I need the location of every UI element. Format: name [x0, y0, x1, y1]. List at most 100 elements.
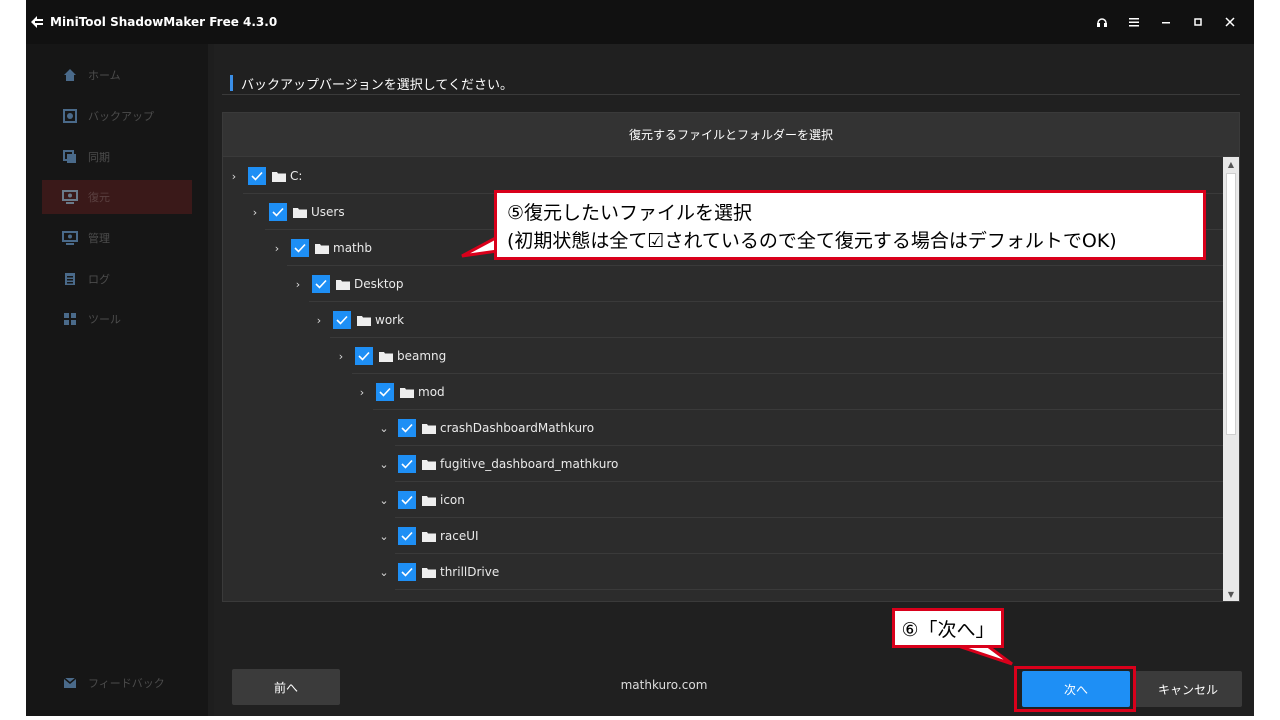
mail-icon — [62, 675, 78, 691]
chevron-down-icon[interactable]: ⌄ — [378, 566, 390, 579]
tree-row[interactable]: ⌄ thrillDrive — [378, 554, 499, 590]
tree-row[interactable] — [378, 590, 420, 598]
tree-item-label: thrillDrive — [440, 565, 500, 579]
scroll-up-icon[interactable]: ▲ — [1223, 157, 1239, 171]
chevron-right-icon[interactable]: › — [249, 206, 261, 219]
app-title: MiniTool ShadowMaker Free 4.3.0 — [50, 15, 278, 29]
folder-icon — [336, 279, 350, 290]
checkbox[interactable] — [333, 311, 351, 329]
checkbox[interactable] — [312, 275, 330, 293]
tools-icon — [62, 311, 78, 327]
sidebar-item-home[interactable]: ホーム — [42, 58, 192, 92]
sidebar-item-log[interactable]: ログ — [42, 262, 192, 296]
sidebar-item-feedback[interactable]: フィードバック — [42, 666, 192, 700]
row-divider — [395, 589, 1223, 590]
vertical-scrollbar[interactable]: ▲ ▼ — [1223, 157, 1239, 601]
tree-item-label: Users — [311, 205, 345, 219]
sidebar: ホーム バックアップ 同期 復元 管理 ログ ツール フィードバック — [26, 44, 208, 716]
row-divider — [330, 337, 1223, 338]
checkbox[interactable] — [398, 563, 416, 581]
sidebar-item-label: ツール — [88, 313, 121, 326]
chevron-right-icon[interactable]: › — [335, 350, 347, 363]
sidebar-item-label: 同期 — [88, 151, 110, 164]
sidebar-item-label: ログ — [88, 273, 110, 286]
checkbox[interactable] — [248, 167, 266, 185]
section-divider — [222, 94, 1240, 95]
tree-row[interactable]: › work — [313, 302, 404, 338]
checkbox[interactable] — [398, 491, 416, 509]
callout1-line1: ⑤復元したいファイルを選択 — [507, 202, 753, 224]
sidebar-item-tools[interactable]: ツール — [42, 302, 192, 336]
callout2-text: ⑥「次へ」 — [901, 618, 995, 641]
maximize-icon[interactable] — [1182, 12, 1214, 32]
chevron-down-icon[interactable]: ⌄ — [378, 494, 390, 507]
tree-row[interactable]: › mod — [356, 374, 445, 410]
sidebar-item-sync[interactable]: 同期 — [42, 140, 192, 174]
manage-icon — [62, 230, 78, 246]
sidebar-item-restore[interactable]: 復元 — [42, 180, 192, 214]
prev-button[interactable]: 前へ — [232, 669, 340, 705]
tree-row[interactable]: ⌄ raceUI — [378, 518, 479, 554]
minimize-icon[interactable] — [1150, 12, 1182, 32]
folder-icon — [422, 459, 436, 470]
menu-icon[interactable] — [1118, 12, 1150, 32]
scroll-thumb[interactable] — [1226, 173, 1236, 435]
tree-row[interactable]: › beamng — [335, 338, 446, 374]
checkbox[interactable] — [398, 419, 416, 437]
tree-item-label: icon — [440, 493, 465, 507]
sidebar-item-manage[interactable]: 管理 — [42, 221, 192, 255]
tree-row[interactable]: › mathb — [271, 230, 372, 266]
row-divider — [352, 373, 1223, 374]
sidebar-item-label: バックアップ — [88, 110, 154, 123]
tree-item-label: mod — [418, 385, 445, 399]
folder-icon — [422, 531, 436, 542]
tree-row[interactable]: › Desktop — [292, 266, 404, 302]
section-title: バックアップバージョンを選択してください。 — [230, 72, 513, 94]
tree-item-label: Desktop — [354, 277, 404, 291]
checkbox[interactable] — [269, 203, 287, 221]
row-divider — [395, 481, 1223, 482]
checkbox[interactable] — [376, 383, 394, 401]
folder-icon — [315, 243, 329, 254]
panel-title: 復元するファイルとフォルダーを選択 — [628, 128, 833, 142]
log-icon — [62, 271, 78, 287]
row-divider — [395, 517, 1223, 518]
checkbox[interactable] — [398, 455, 416, 473]
chevron-right-icon[interactable]: › — [313, 314, 325, 327]
checkbox[interactable] — [355, 347, 373, 365]
tree-item-label: fugitive_dashboard_mathkuro — [440, 457, 619, 471]
chevron-right-icon[interactable]: › — [356, 386, 368, 399]
folder-icon — [293, 207, 307, 218]
tree-row[interactable]: › Users — [249, 194, 345, 230]
folder-icon — [422, 567, 436, 578]
feedback-label: フィードバック — [88, 677, 165, 690]
section-accent-bar — [230, 75, 233, 91]
chevron-down-icon[interactable]: ⌄ — [378, 458, 390, 471]
tree-row[interactable]: ⌄ icon — [378, 482, 465, 518]
chevron-down-icon[interactable]: ⌄ — [378, 530, 390, 543]
cancel-button[interactable]: キャンセル — [1134, 671, 1242, 707]
watermark-text: mathkuro.com — [620, 678, 708, 692]
checkbox[interactable] — [291, 239, 309, 257]
sidebar-item-label: ホーム — [88, 69, 121, 82]
tree-row[interactable]: ⌄ fugitive_dashboard_mathkuro — [378, 446, 618, 482]
chevron-right-icon[interactable]: › — [292, 278, 304, 291]
next-button-highlight — [1014, 666, 1136, 712]
tree-row[interactable]: ⌄ crashDashboardMathkuro — [378, 410, 594, 446]
chevron-right-icon[interactable]: › — [228, 170, 240, 183]
callout1-line2: (初期状態は全て☑されているので全て復元する場合はデフォルトでOK) — [507, 230, 1117, 252]
sidebar-item-backup[interactable]: バックアップ — [42, 99, 192, 133]
row-divider — [287, 265, 1223, 266]
scroll-down-icon[interactable]: ▼ — [1223, 587, 1239, 601]
chevron-right-icon[interactable]: › — [271, 242, 283, 255]
chevron-down-icon[interactable]: ⌄ — [378, 422, 390, 435]
headset-icon[interactable] — [1086, 12, 1118, 32]
folder-icon — [422, 495, 436, 506]
tree-row[interactable]: › C: — [228, 158, 302, 194]
backup-icon — [62, 108, 78, 124]
folder-icon — [400, 387, 414, 398]
checkbox[interactable] — [398, 527, 416, 545]
close-icon[interactable] — [1214, 12, 1246, 32]
sync-icon — [62, 149, 78, 165]
page-title: バックアップバージョンを選択してください。 — [241, 77, 513, 93]
